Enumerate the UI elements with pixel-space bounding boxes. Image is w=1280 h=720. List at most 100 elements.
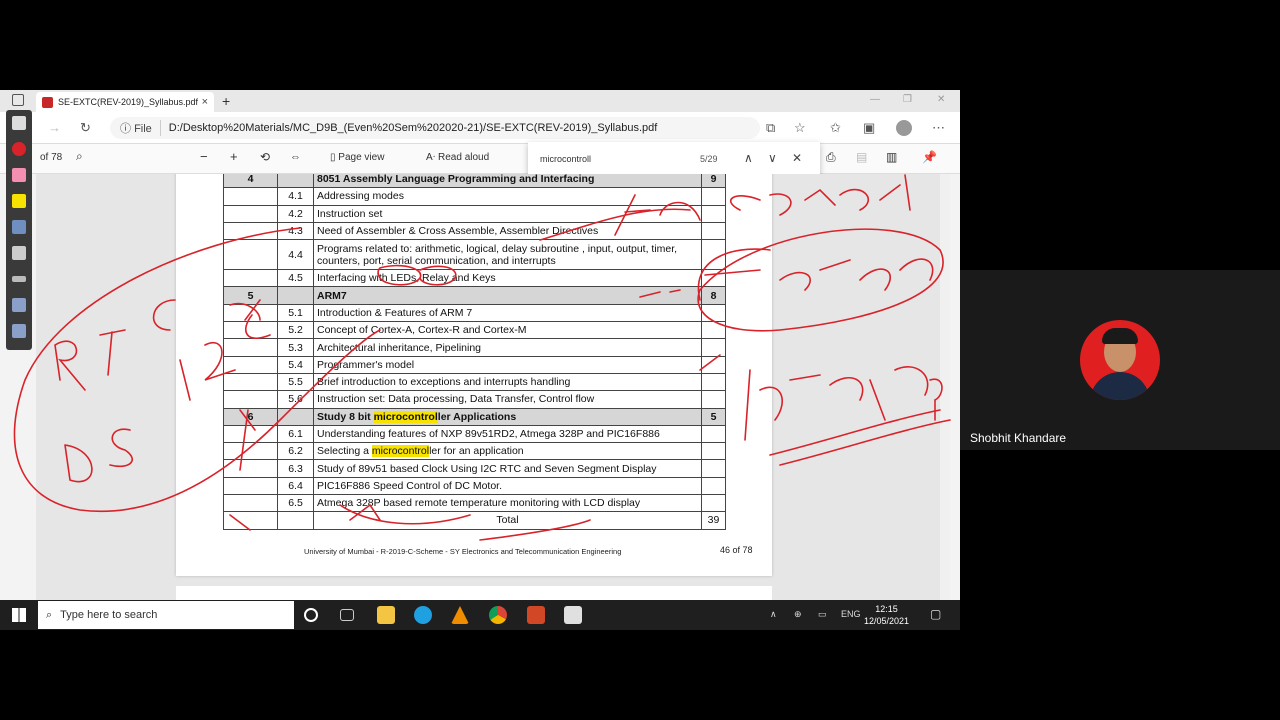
table-row: 5.4 Programmer's model — [223, 355, 726, 374]
total-hours: 39 — [701, 511, 726, 530]
zoom-in-icon[interactable]: + — [230, 149, 238, 164]
table-row: 5.2 Concept of Cortex-A, Cortex-R and Cor… — [223, 321, 726, 340]
highlighter-icon[interactable] — [12, 194, 26, 208]
favorite-add-icon[interactable]: ☆ — [794, 120, 806, 136]
clock[interactable]: 12:15 12/05/2021 — [864, 603, 909, 627]
refresh-icon[interactable]: ↻ — [80, 120, 91, 136]
search-placeholder: Type here to search — [60, 609, 158, 621]
window-menu-icon[interactable] — [12, 94, 24, 106]
table-row: 5.6 Instruction set: Data processing, Dat… — [223, 390, 726, 409]
document-area[interactable]: 4 8051 Assembly Language Programming and… — [36, 174, 950, 600]
table-row: 6.1 Understanding features of NXP 89v51RD… — [223, 424, 726, 444]
table-row: 6.5 Atmega 328P based remote temperature … — [223, 494, 726, 513]
clock-time: 12:15 — [875, 604, 898, 614]
collections-icon[interactable]: ▣ — [863, 120, 875, 136]
restore-icon[interactable]: ❐ — [903, 94, 912, 105]
search-highlight: microcontrol — [373, 410, 438, 423]
url-field[interactable]: ⓘ File D:/Desktop%20Materials/MC_D9B_(Ev… — [110, 117, 760, 139]
network-icon[interactable]: ⊕ — [794, 609, 802, 620]
module-hours: 9 — [701, 174, 726, 189]
pointer-icon[interactable] — [12, 220, 26, 234]
more-icon[interactable]: ⋯ — [932, 120, 945, 136]
table-row: 6 Study 8 bit microcontroller Applicatio… — [223, 407, 726, 426]
pen-app-icon[interactable] — [564, 606, 582, 624]
table-row: 6.4 PIC16F886 Speed Control of DC Motor. — [223, 476, 726, 496]
divider-icon — [12, 276, 26, 282]
battery-icon[interactable]: ▭ — [818, 609, 827, 620]
tab-bar: SE-EXTC(REV-2019)_Syllabus.pdf × + — ❐ ✕ — [0, 90, 960, 112]
address-bar: → ↻ ⓘ File D:/Desktop%20Materials/MC_D9B… — [0, 112, 960, 144]
syllabus-table: 4 8051 Assembly Language Programming and… — [223, 174, 726, 530]
zoom-out-icon[interactable]: − — [200, 149, 208, 164]
cortana-icon[interactable] — [304, 608, 318, 622]
new-tab-button[interactable]: + — [222, 93, 230, 109]
find-box: microcontroll 5/29 ∧ ∨ ✕ — [528, 142, 820, 176]
screen-icon[interactable] — [12, 298, 26, 312]
participant-avatar[interactable] — [1080, 320, 1160, 400]
red-pen-icon[interactable] — [12, 142, 26, 156]
search-icon: ⌕ — [46, 608, 53, 621]
chrome-icon[interactable] — [489, 606, 507, 624]
whiteboard-icon[interactable] — [12, 324, 26, 338]
table-row: 5.3 Architectural inheritance, Pipelining — [223, 338, 726, 357]
total-label: Total — [313, 511, 702, 530]
fit-page-icon[interactable]: ⇔ — [290, 151, 301, 163]
favorites-icon[interactable]: ✩ — [830, 120, 841, 136]
vlc-icon[interactable] — [451, 606, 469, 624]
table-row: 5 ARM7 8 — [223, 286, 726, 305]
windows-start-icon[interactable] — [12, 608, 26, 622]
table-row: Total 39 — [223, 511, 726, 530]
pin-icon[interactable]: 📌 — [922, 150, 937, 164]
table-row: 4.2 Instruction set — [223, 204, 726, 223]
table-row: 4.4 Programs related to: arithmetic, logi… — [223, 239, 726, 271]
save-as-icon[interactable]: ▥ — [886, 150, 897, 164]
find-prev-icon[interactable]: ∧ — [744, 151, 753, 165]
close-window-icon[interactable]: ✕ — [937, 94, 945, 105]
page-total: of 78 — [40, 152, 63, 163]
scrollbar[interactable] — [940, 174, 950, 600]
module-number: 6 — [223, 407, 278, 426]
table-row: 6.3 Study of 89v51 based Clock Using I2C … — [223, 459, 726, 478]
task-view-icon[interactable] — [340, 609, 354, 621]
module-number: 4 — [223, 174, 278, 189]
taskbar: ⌕ Type here to search ∧ ⊕ ▭ ENG 12:15 12… — [0, 600, 960, 630]
page-footer: University of Mumbai - R-2019-C-Scheme -… — [304, 547, 622, 556]
minimize-icon[interactable]: — — [870, 94, 880, 105]
module-number: 5 — [223, 286, 278, 305]
page-view-button[interactable]: ▯ Page view — [330, 152, 384, 163]
tray-chevron-icon[interactable]: ∧ — [770, 609, 777, 620]
pdf-icon — [42, 96, 53, 108]
language-indicator[interactable]: ENG — [841, 609, 861, 619]
powerpoint-icon[interactable] — [527, 606, 545, 624]
search-icon[interactable]: ⌕ — [76, 149, 83, 164]
line-tool-icon[interactable] — [12, 246, 26, 260]
forward-icon[interactable]: → — [48, 120, 61, 135]
rotate-icon[interactable]: ⟲ — [260, 150, 270, 164]
eraser-icon[interactable] — [12, 168, 26, 182]
table-row: 4.1 Addressing modes — [223, 187, 726, 206]
file-explorer-icon[interactable] — [377, 606, 395, 624]
pen-tool-icon[interactable] — [12, 116, 26, 130]
video-panel: Shobhit Khandare — [960, 270, 1280, 450]
search-highlight: microcontrol — [371, 445, 430, 458]
find-input[interactable]: microcontroll — [540, 154, 591, 164]
read-aloud-button[interactable]: Aᐧ Read aloud — [426, 152, 489, 163]
tab-pdf[interactable]: SE-EXTC(REV-2019)_Syllabus.pdf × — [36, 92, 214, 112]
find-next-icon[interactable]: ∨ — [768, 151, 777, 165]
notifications-icon[interactable]: ▢ — [930, 607, 941, 621]
edge-icon[interactable] — [414, 606, 432, 624]
read-view-icon[interactable]: ⧉ — [766, 120, 775, 136]
tab-close-icon[interactable]: × — [202, 96, 208, 108]
find-close-icon[interactable]: ✕ — [792, 151, 802, 165]
taskbar-search[interactable]: ⌕ Type here to search — [38, 601, 294, 629]
page-number: 46 of 78 — [720, 545, 753, 555]
print-icon[interactable]: ⎙ — [826, 150, 836, 165]
table-row: 4.3 Need of Assembler & Cross Assemble, A… — [223, 221, 726, 241]
save-icon[interactable]: ▤ — [856, 150, 867, 164]
url-scheme-label: ⓘ File — [120, 120, 161, 136]
table-row: 4 8051 Assembly Language Programming and… — [223, 174, 726, 189]
participant-name: Shobhit Khandare — [970, 431, 1067, 445]
table-row: 6.2 Selecting a microcontroller for an ap… — [223, 442, 726, 461]
module-title: 8051 Assembly Language Programming and I… — [313, 174, 702, 189]
profile-icon[interactable] — [896, 120, 912, 136]
